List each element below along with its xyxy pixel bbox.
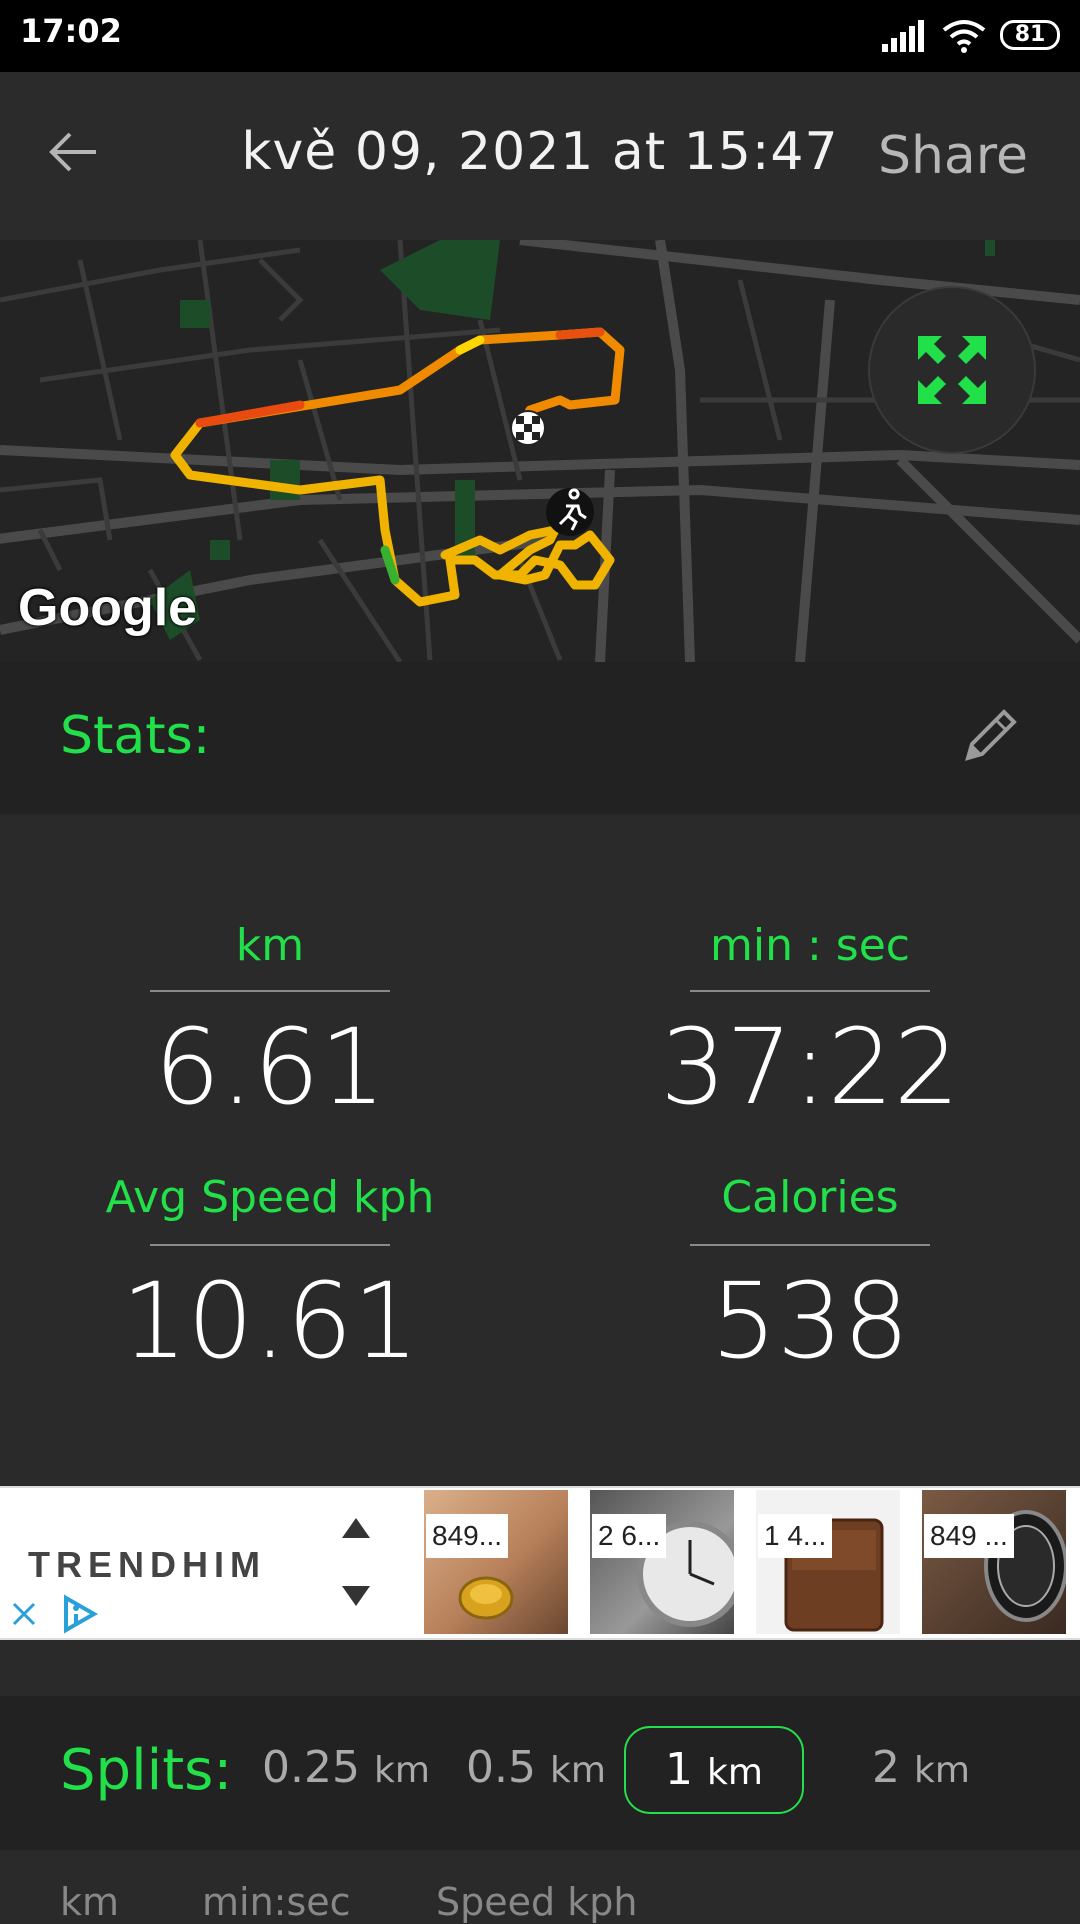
edit-pencil-icon[interactable] bbox=[960, 706, 1020, 766]
app-header: kvě 09, 2021 at 15:47 Share bbox=[0, 72, 1080, 240]
expand-map-button[interactable] bbox=[868, 286, 1036, 454]
split-value: 2 bbox=[872, 1742, 900, 1793]
divider bbox=[690, 1244, 930, 1246]
ad-product-watch[interactable]: 2 6... bbox=[590, 1490, 734, 1634]
pocket-watch-image bbox=[637, 1521, 734, 1627]
status-time: 17:02 bbox=[20, 12, 122, 50]
stat-label: Avg Speed kph bbox=[105, 1172, 435, 1223]
stats-header: Stats: bbox=[0, 662, 1080, 814]
split-option-2km[interactable]: 2 km bbox=[872, 1742, 970, 1793]
column-header-speed: Speed kph bbox=[436, 1880, 638, 1924]
ad-product-wallet[interactable]: 1 4... bbox=[756, 1490, 900, 1634]
battery-level: 81 bbox=[1014, 22, 1046, 47]
split-unit: km bbox=[707, 1752, 763, 1793]
column-header-time: min:sec bbox=[202, 1880, 351, 1924]
divider bbox=[690, 990, 930, 992]
close-ad-icon[interactable] bbox=[10, 1600, 38, 1628]
split-option-0-25km[interactable]: 0.25 km bbox=[262, 1742, 430, 1793]
stat-distance: km bbox=[120, 920, 420, 971]
split-unit: km bbox=[549, 1750, 606, 1791]
ring-image bbox=[458, 1576, 514, 1620]
fullscreen-icon bbox=[918, 336, 986, 404]
stat-duration: min : sec bbox=[660, 920, 960, 971]
signal-icon bbox=[882, 20, 924, 52]
split-unit: km bbox=[373, 1750, 430, 1791]
stat-value-avg-speed: 10.61 bbox=[121, 1260, 419, 1382]
black-ring-image bbox=[984, 1510, 1066, 1622]
share-button[interactable]: Share bbox=[878, 126, 1028, 186]
route-map[interactable]: Google bbox=[0, 240, 1080, 662]
wallet-image bbox=[784, 1518, 884, 1632]
stat-calories: Calories bbox=[660, 1172, 960, 1223]
stat-value-calories: 538 bbox=[710, 1260, 910, 1382]
stats-label: Stats: bbox=[60, 706, 211, 766]
status-bar: 17:02 81 bbox=[0, 0, 1080, 72]
stat-label: min : sec bbox=[710, 920, 910, 971]
ad-product-ring[interactable]: 849... bbox=[424, 1490, 568, 1634]
column-header-km: km bbox=[60, 1880, 120, 1924]
stat-label: km bbox=[235, 920, 305, 971]
ad-product-ring-black[interactable]: 849 ... bbox=[922, 1490, 1066, 1634]
ad-banner[interactable]: TRENDHIM 849... 2 6... 1 4... 849 ... bbox=[0, 1486, 1080, 1640]
splits-label: Splits: bbox=[60, 1738, 233, 1803]
stat-value-duration: 37:22 bbox=[660, 1006, 960, 1128]
split-value: 0.5 bbox=[466, 1742, 536, 1793]
adchoices-icon[interactable] bbox=[60, 1594, 100, 1634]
split-option-1km[interactable]: 1 km bbox=[624, 1726, 804, 1814]
stat-value-distance: 6.61 bbox=[154, 1006, 386, 1128]
ad-price: 2 6... bbox=[592, 1514, 667, 1558]
ad-price: 1 4... bbox=[758, 1514, 833, 1558]
wifi-icon bbox=[942, 20, 986, 53]
arrow-up-icon[interactable] bbox=[340, 1516, 372, 1540]
stat-avg-speed: Avg Speed kph bbox=[70, 1172, 470, 1223]
splits-bar: Splits: 0.25 km 0.5 km 1 km 2 km bbox=[0, 1696, 1080, 1850]
ad-price: 849 ... bbox=[924, 1514, 1014, 1558]
split-unit: km bbox=[914, 1750, 970, 1791]
split-value: 0.25 bbox=[262, 1742, 360, 1793]
stat-label: Calories bbox=[721, 1172, 899, 1223]
arrow-down-icon[interactable] bbox=[340, 1584, 372, 1608]
splits-table-header: km min:sec Speed kph bbox=[0, 1850, 1080, 1924]
battery-icon: 81 bbox=[1000, 20, 1060, 50]
split-option-0-5km[interactable]: 0.5 km bbox=[466, 1742, 606, 1793]
divider bbox=[150, 990, 390, 992]
divider bbox=[150, 1244, 390, 1246]
ad-brand: TRENDHIM bbox=[28, 1544, 266, 1585]
split-value: 1 bbox=[665, 1744, 694, 1795]
ad-price: 849... bbox=[426, 1514, 509, 1558]
google-attribution: Google bbox=[18, 579, 198, 637]
